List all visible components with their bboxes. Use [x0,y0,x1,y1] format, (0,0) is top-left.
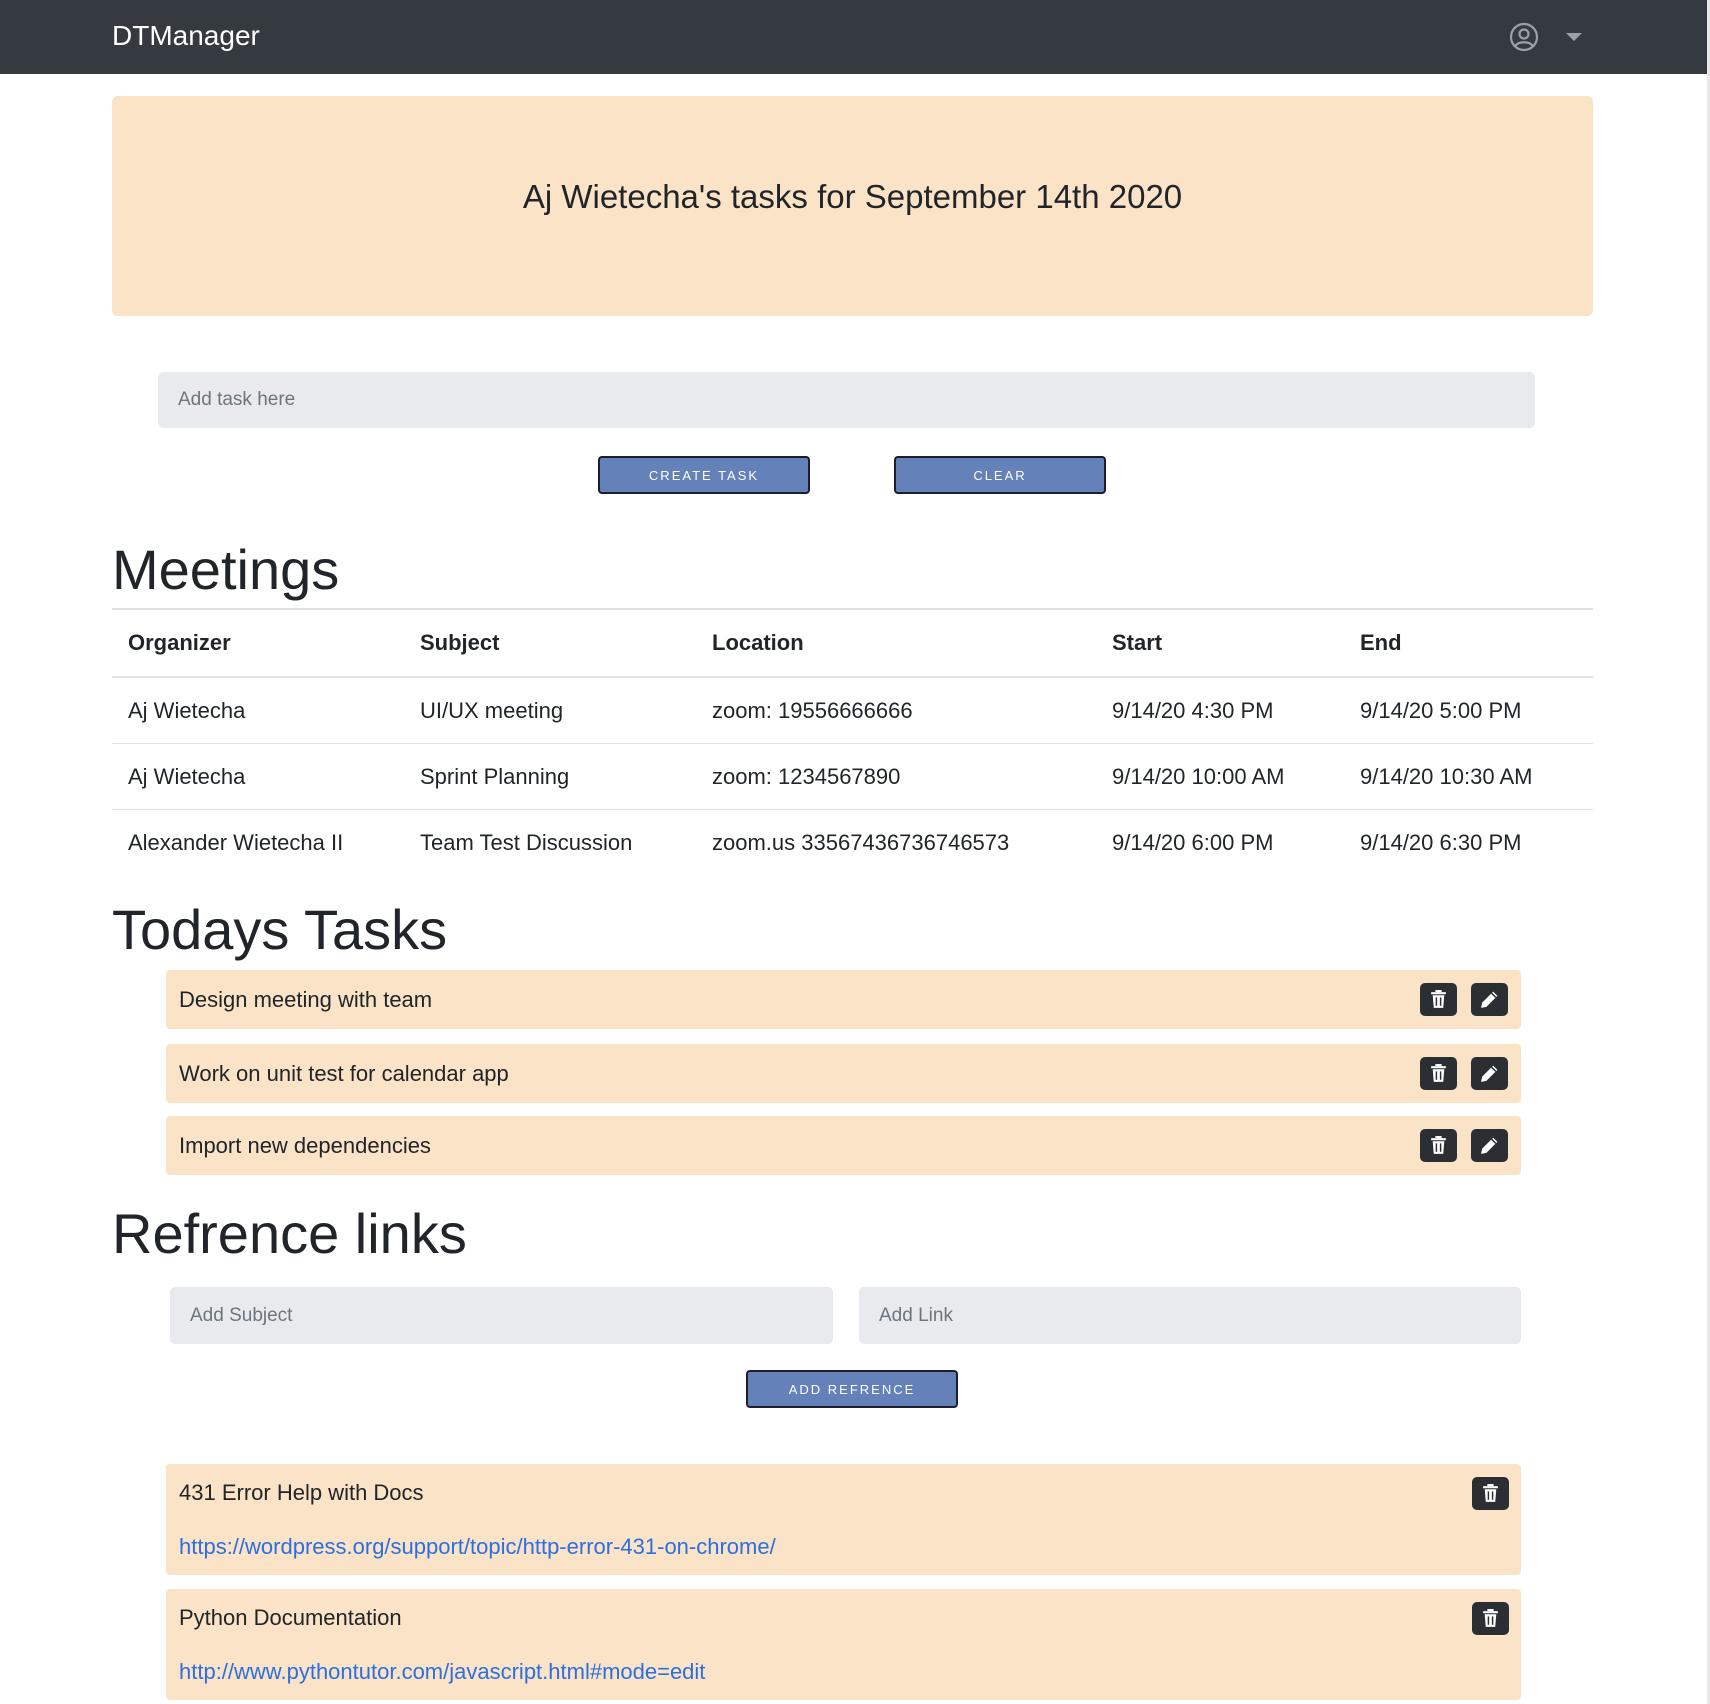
meetings-heading: Meetings [112,538,340,601]
task-item: Import new dependencies [166,1116,1521,1175]
table-header-row: Organizer Subject Location Start End [112,608,1593,678]
edit-task-button[interactable] [1471,1129,1508,1162]
reference-subject: Python Documentation [179,1605,402,1630]
reference-link[interactable]: http://www.pythontutor.com/javascript.ht… [179,1659,705,1685]
trash-icon [1431,1064,1446,1082]
cell-end: 9/14/20 6:30 PM [1360,829,1522,855]
column-header-organizer: Organizer [112,608,404,678]
cell-location: zoom: 19556666666 [696,677,1096,744]
create-task-button[interactable]: CREATE TASK [598,456,810,494]
cell-organizer: Aj Wietecha [112,743,404,810]
delete-task-button[interactable] [1420,983,1457,1016]
trash-icon [1483,1609,1498,1627]
caret-down-icon[interactable] [1566,33,1582,41]
brand-logo[interactable]: DTManager [112,20,260,52]
delete-task-button[interactable] [1420,1129,1457,1162]
date-banner: Aj Wietecha's tasks for September 14th 2… [112,96,1593,316]
column-header-subject: Subject [404,608,696,678]
pencil-icon [1481,1137,1498,1154]
cell-location: zoom: 1234567890 [696,743,1096,810]
task-text: Design meeting with team [179,987,433,1012]
delete-reference-button[interactable] [1472,1477,1509,1510]
pencil-icon [1481,991,1498,1008]
navbar: DTManager [0,0,1707,74]
task-input[interactable] [158,372,1535,428]
task-item: Design meeting with team [166,970,1521,1029]
delete-reference-button[interactable] [1472,1602,1509,1635]
tasks-heading: Todays Tasks [112,898,448,961]
clear-button[interactable]: CLEAR [894,456,1106,494]
reference-subject: 431 Error Help with Docs [179,1480,424,1505]
trash-icon [1483,1484,1498,1502]
cell-subject: Team Test Discussion [420,829,633,855]
edit-task-button[interactable] [1471,1057,1508,1090]
pencil-icon [1481,1065,1498,1082]
delete-task-button[interactable] [1420,1057,1457,1090]
subject-input[interactable] [170,1287,833,1344]
trash-icon [1431,990,1446,1008]
trash-icon [1431,1136,1446,1154]
cell-subject: UI/UX meeting [404,677,696,744]
references-heading: Refrence links [112,1202,467,1265]
cell-organizer: Alexander Wietecha II [128,829,344,855]
cell-end: 9/14/20 5:00 PM [1344,677,1593,744]
table-row: Alexander Wietecha II Team Test Discussi… [112,810,1593,876]
task-text: Work on unit test for calendar app [179,1061,509,1086]
reference-item: Python Documentation http://www.pythontu… [166,1589,1521,1700]
cell-end: 9/14/20 10:30 AM [1344,743,1593,810]
column-header-location: Location [696,608,1096,678]
cell-start: 9/14/20 10:00 AM [1096,743,1344,810]
column-header-end: End [1344,608,1593,678]
cell-location: zoom.us 33567436736746573 [712,829,1010,855]
edit-task-button[interactable] [1471,983,1508,1016]
table-row: Aj Wietecha Sprint Planning zoom: 123456… [112,743,1593,810]
meetings-table: Organizer Subject Location Start End Aj … [112,608,1593,875]
cell-organizer: Aj Wietecha [112,677,404,744]
link-input[interactable] [859,1287,1521,1344]
cell-subject: Sprint Planning [404,743,696,810]
reference-item: 431 Error Help with Docs https://wordpre… [166,1464,1521,1575]
page-title: Aj Wietecha's tasks for September 14th 2… [522,178,1183,215]
task-text: Import new dependencies [179,1133,431,1158]
table-row: Aj Wietecha UI/UX meeting zoom: 19556666… [112,677,1593,744]
task-item: Work on unit test for calendar app [166,1044,1521,1103]
column-header-start: Start [1096,608,1344,678]
reference-link[interactable]: https://wordpress.org/support/topic/http… [179,1534,776,1560]
cell-start: 9/14/20 4:30 PM [1096,677,1344,744]
add-reference-button[interactable]: ADD REFRENCE [746,1370,958,1408]
cell-start: 9/14/20 6:00 PM [1112,829,1274,855]
user-circle-icon[interactable] [1509,22,1539,52]
